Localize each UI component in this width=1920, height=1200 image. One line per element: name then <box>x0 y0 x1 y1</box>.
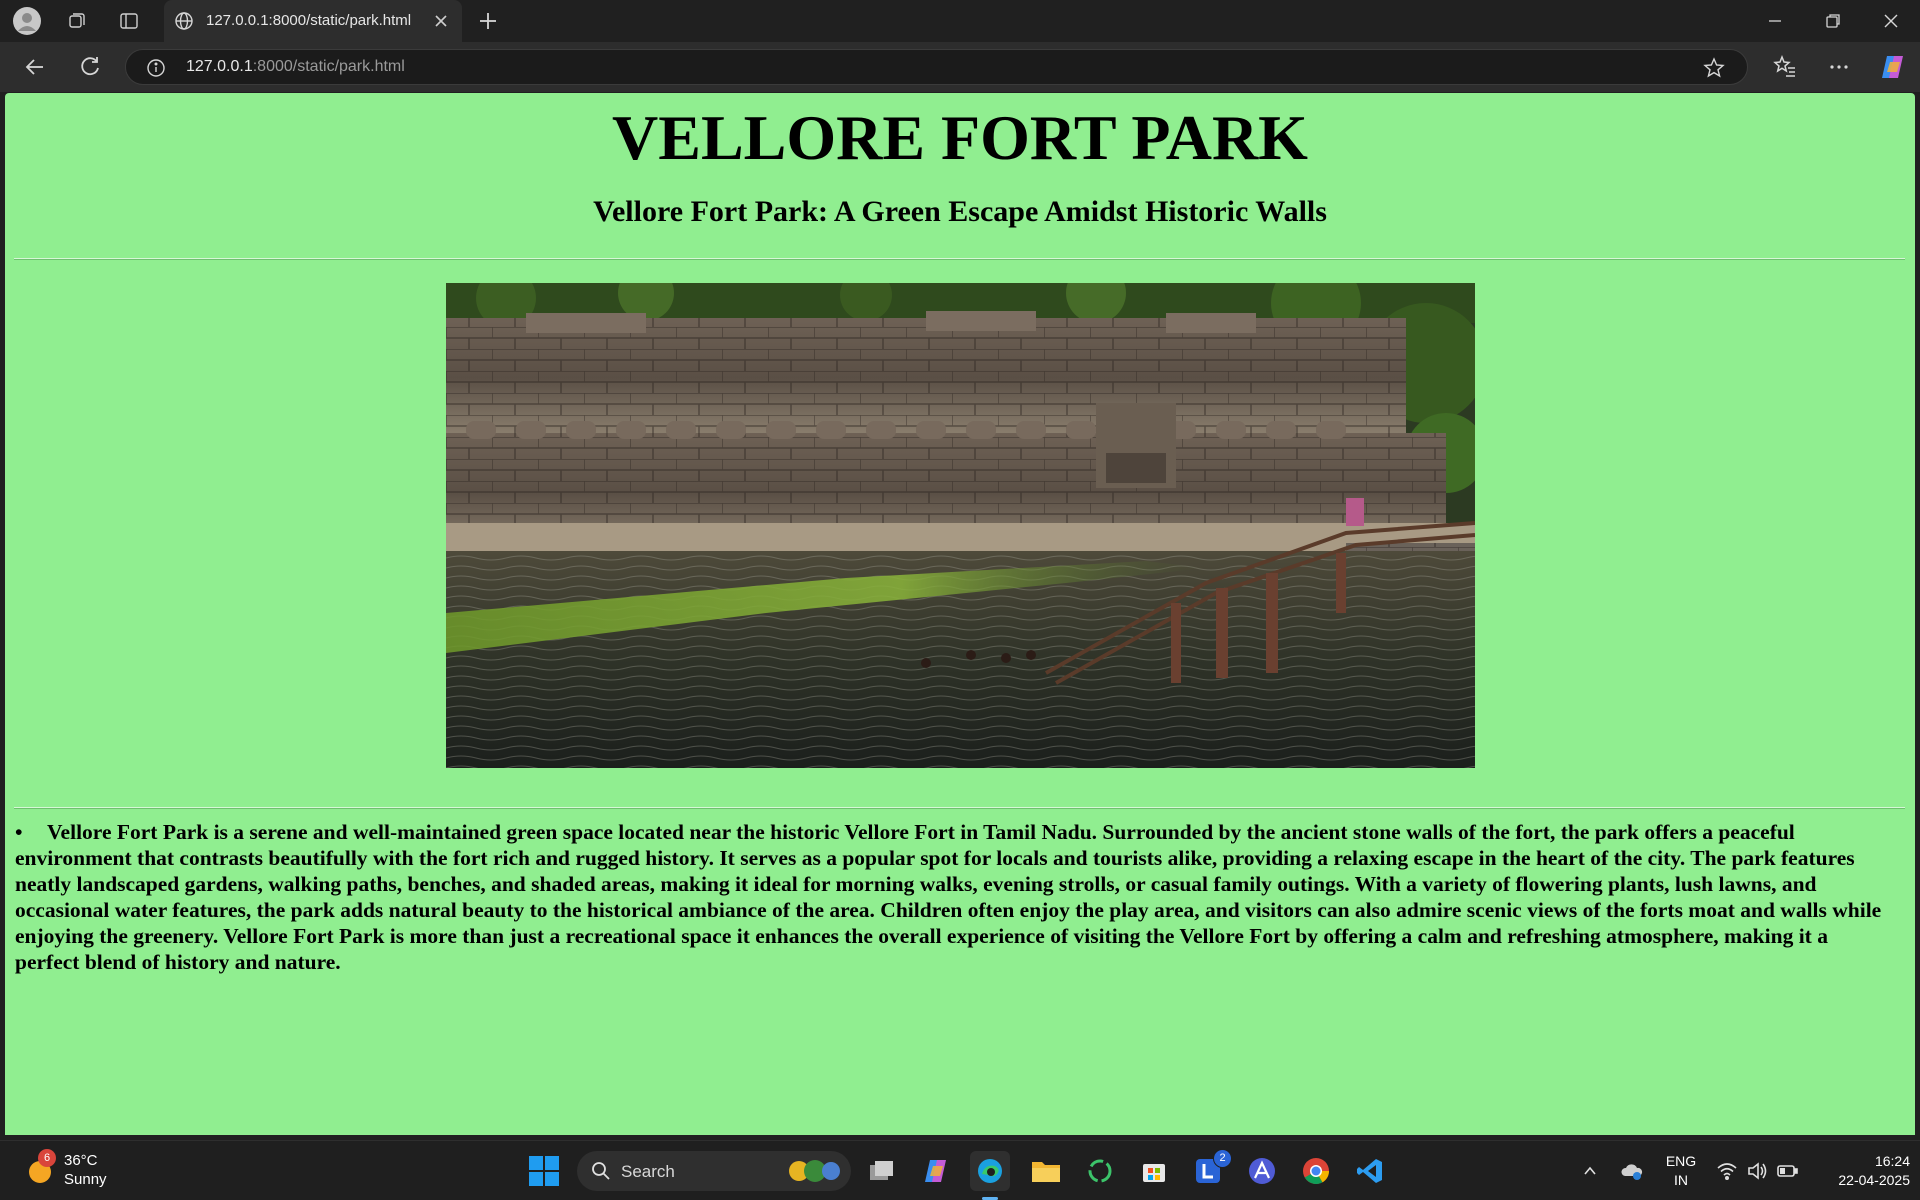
workspaces-icon[interactable] <box>62 6 92 36</box>
copilot-taskbar-icon[interactable] <box>916 1151 956 1191</box>
favorites-icon[interactable] <box>1770 52 1800 82</box>
windows-taskbar: 6 36°C Sunny Search 2 ENG IN 16:24 22-04… <box>0 1140 1920 1200</box>
browser-tab-bar: 127.0.0.1:8000/static/park.html <box>0 0 1920 42</box>
chrome-icon[interactable] <box>1296 1151 1336 1191</box>
onedrive-icon[interactable] <box>1620 1159 1644 1183</box>
restore-icon[interactable] <box>1820 8 1846 34</box>
url-host: 127.0.0.1 <box>186 58 253 75</box>
close-tab-icon[interactable] <box>430 10 452 32</box>
site-info-icon[interactable] <box>146 58 166 78</box>
minimize-icon[interactable] <box>1762 8 1788 34</box>
active-tab[interactable]: 127.0.0.1:8000/static/park.html <box>164 0 462 42</box>
clock-date: 22-04-2025 <box>1838 1172 1910 1188</box>
weather-temp: 36°C <box>64 1152 98 1169</box>
taskbar-search-box[interactable]: Search <box>577 1151 851 1191</box>
clock-time: 16:24 <box>1874 1153 1910 1169</box>
more-options-icon[interactable] <box>1824 52 1854 82</box>
url-path: :8000/static/park.html <box>252 58 405 75</box>
language-code: ENG <box>1665 1153 1697 1169</box>
address-bar[interactable]: 127.0.0.1:8000/static/park.html <box>125 49 1748 85</box>
copilot-icon[interactable] <box>1878 52 1908 82</box>
vpn-app-icon[interactable] <box>1242 1151 1282 1191</box>
battery-icon[interactable] <box>1776 1160 1798 1182</box>
vscode-icon[interactable] <box>1350 1151 1390 1191</box>
language-region: IN <box>1674 1172 1688 1188</box>
page-viewport: VELLORE FORT PARK Vellore Fort Park: A G… <box>5 93 1915 1135</box>
browser-toolbar: 127.0.0.1:8000/static/park.html <box>0 42 1920 92</box>
vertical-tabs-icon[interactable] <box>114 6 144 36</box>
volume-icon[interactable] <box>1746 1160 1768 1182</box>
page-title: VELLORE FORT PARK <box>612 102 1308 173</box>
back-icon[interactable] <box>20 52 50 82</box>
vellore-fort-photo <box>446 283 1475 768</box>
file-explorer-icon[interactable] <box>1026 1151 1066 1191</box>
wifi-icon[interactable] <box>1716 1160 1738 1182</box>
weather-widget[interactable]: 36°C Sunny <box>64 1151 107 1189</box>
teams-badge: 2 <box>1213 1149 1232 1168</box>
url-text: 127.0.0.1:8000/static/park.html <box>186 58 405 76</box>
search-highlight-icon <box>789 1160 840 1182</box>
favorite-star-icon[interactable] <box>1703 57 1725 79</box>
search-icon <box>592 1162 610 1180</box>
task-view-icon[interactable] <box>862 1151 902 1191</box>
description-paragraph: • Vellore Fort Park is a serene and well-… <box>15 819 1895 975</box>
microsoft-store-icon[interactable] <box>1134 1151 1174 1191</box>
search-label: Search <box>621 1162 675 1181</box>
edge-browser-icon[interactable] <box>970 1151 1010 1191</box>
globe-icon <box>175 12 193 30</box>
app-circle-icon[interactable] <box>1080 1151 1120 1191</box>
close-window-icon[interactable] <box>1878 8 1904 34</box>
description-text: Vellore Fort Park is a serene and well-m… <box>15 820 1882 974</box>
tab-title: 127.0.0.1:8000/static/park.html <box>206 12 412 29</box>
profile-avatar-icon[interactable] <box>12 6 42 36</box>
refresh-icon[interactable] <box>75 52 105 82</box>
windows-start-icon[interactable] <box>524 1151 564 1191</box>
horizontal-rule-top <box>14 258 1905 260</box>
page-subtitle: Vellore Fort Park: A Green Escape Amidst… <box>593 195 1327 228</box>
weather-badge: 6 <box>38 1149 56 1167</box>
new-tab-icon[interactable] <box>476 9 500 33</box>
horizontal-rule-bottom <box>14 807 1905 809</box>
show-hidden-icons-chevron-icon[interactable] <box>1582 1163 1598 1179</box>
weather-condition: Sunny <box>64 1171 107 1188</box>
clock[interactable]: 16:24 22-04-2025 <box>1810 1152 1910 1190</box>
list-bullet: • <box>15 820 23 844</box>
language-indicator[interactable]: ENG IN <box>1660 1152 1702 1190</box>
